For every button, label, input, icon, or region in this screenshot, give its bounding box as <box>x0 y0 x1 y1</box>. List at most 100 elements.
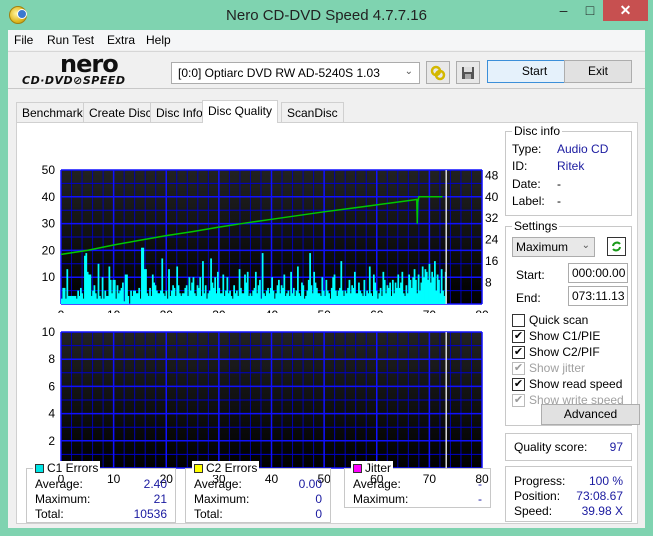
position-value: 73:08.67 <box>576 489 623 503</box>
y-tick-label: 30 <box>42 217 56 231</box>
progress-group: Progress: 100 % Position: 73:08.67 Speed… <box>505 466 632 522</box>
maximize-button[interactable]: □ <box>577 0 603 21</box>
checkmark-icon: ✔ <box>512 377 525 391</box>
id-label: ID: <box>512 159 528 173</box>
c1-total-value: 10536 <box>133 507 167 521</box>
c2-average-value: 0.00 <box>298 477 322 491</box>
c1-average-label: Average: <box>35 477 83 491</box>
chevron-down-icon: ⌄ <box>404 66 413 77</box>
menu-run-test[interactable]: Run Test <box>47 33 94 47</box>
speed-select-value: Maximum <box>516 240 569 254</box>
label-value: - <box>557 194 561 208</box>
position-label: Position: <box>514 489 561 503</box>
y2-tick-label: 8 <box>485 276 492 290</box>
checkbox-show-jitter: ✔ Show jitter <box>512 361 585 375</box>
c2-average-label: Average: <box>194 477 242 491</box>
y-tick-label: 10 <box>42 325 56 339</box>
y-tick-label: 6 <box>48 379 55 393</box>
disc-info-group: Disc info Type: Audio CD ID: Ritek Date:… <box>505 124 632 216</box>
logo-subtext: CD·DVD⊘SPEED <box>22 74 126 87</box>
c2-errors-group: C2 Errors Average: 0.00 Maximum: 0 Total… <box>185 461 331 523</box>
tab-disc-quality[interactable]: Disc Quality <box>202 100 279 123</box>
jitter-maximum-label: Maximum: <box>353 492 409 506</box>
c1-color-swatch <box>35 464 44 473</box>
y-tick-label: 50 <box>42 163 56 177</box>
chevron-down-icon: ⌄ <box>581 240 590 251</box>
jitter-average-value: - <box>478 477 482 491</box>
end-label: End: <box>516 291 541 305</box>
minimize-button[interactable]: – <box>550 0 577 21</box>
quality-score-label: Quality score: <box>514 440 588 454</box>
drive-select[interactable]: [0:0] Optiarc DVD RW AD-5240S 1.03 ⌄ <box>171 62 420 84</box>
c2-color-swatch <box>194 464 203 473</box>
tab-scandisc[interactable]: ScanDisc <box>281 102 344 122</box>
checkbox-show-read-speed[interactable]: ✔ Show read speed <box>512 377 622 391</box>
end-input[interactable]: 073:11.13 <box>568 286 628 306</box>
c2-errors-title: C2 Errors <box>192 461 260 475</box>
checkbox-label: Show jitter <box>529 361 586 375</box>
y-tick-label: 10 <box>42 270 56 284</box>
exit-button[interactable]: Exit <box>564 60 632 83</box>
id-value: Ritek <box>557 159 585 173</box>
progress-value: 100 % <box>588 474 623 488</box>
speed-value: 39.98 X <box>581 504 623 518</box>
y-tick-label: 2 <box>48 434 55 448</box>
c1-average-value: 2.40 <box>143 477 167 491</box>
date-label: Date: <box>512 177 541 191</box>
checkbox-label: Quick scan <box>529 313 589 327</box>
c1-maximum-value: 21 <box>153 492 167 506</box>
jitter-color-swatch <box>353 464 362 473</box>
tab-create-disc[interactable]: Create Disc <box>83 102 158 122</box>
type-label: Type: <box>512 142 542 156</box>
advanced-button[interactable]: Advanced <box>541 404 640 425</box>
jitter-group: Jitter Average: - Maximum: - <box>344 461 491 508</box>
checkbox-show-c1-pie[interactable]: ✔ Show C1/PIE <box>512 329 600 343</box>
checkbox-label: Show C2/PIF <box>529 345 600 359</box>
divider <box>8 88 645 89</box>
jitter-maximum-value: - <box>478 492 482 506</box>
progress-label: Progress: <box>514 474 566 488</box>
c2-maximum-label: Maximum: <box>194 492 250 506</box>
menu-file[interactable]: File <box>14 33 33 47</box>
refresh-speed-button[interactable] <box>607 237 626 256</box>
c1-errors-group: C1 Errors Average: 2.40 Maximum: 21 Tota… <box>26 461 176 523</box>
label-label: Label: <box>512 194 545 208</box>
y2-tick-label: 32 <box>485 211 499 225</box>
menu-help[interactable]: Help <box>146 33 171 47</box>
speed-label: Speed: <box>514 504 553 518</box>
refresh-icon <box>612 241 621 252</box>
checkmark-icon: ✔ <box>512 329 525 343</box>
c2-maximum-value: 0 <box>315 492 322 506</box>
title-bar: Nero CD-DVD Speed 4.7.7.16 – □ ✕ <box>0 0 653 30</box>
floppy-disk-icon <box>462 66 474 79</box>
nero-logo: nero CD·DVD⊘SPEED <box>16 50 136 88</box>
tab-disc-info[interactable]: Disc Info <box>150 102 209 122</box>
c1-errors-title: C1 Errors <box>33 461 101 475</box>
menu-extra[interactable]: Extra <box>107 33 135 47</box>
checkbox-show-c2-pif[interactable]: ✔ Show C2/PIF <box>512 345 600 359</box>
c2-title-text: C2 Errors <box>206 461 258 475</box>
checkmark-icon: ✔ <box>512 361 525 375</box>
chain-link-icon <box>430 65 446 80</box>
c2-total-label: Total: <box>194 507 223 521</box>
tab-benchmark[interactable]: Benchmark <box>16 102 89 122</box>
checkbox-quick-scan[interactable]: Quick scan <box>512 313 588 327</box>
drive-refresh-button[interactable] <box>426 61 450 84</box>
save-button[interactable] <box>456 61 480 84</box>
c1-total-label: Total: <box>35 507 64 521</box>
checkmark-icon: ✔ <box>512 393 525 407</box>
main-window: File Run Test Extra Help nero CD·DVD⊘SPE… <box>8 30 645 528</box>
disc-info-title: Disc info <box>512 124 563 138</box>
y-tick-label: 8 <box>48 352 55 366</box>
disc-quality-panel: 01020304050607080504030201048403224168 0… <box>16 122 640 524</box>
menu-bar: File Run Test Extra Help <box>8 30 645 50</box>
jitter-title: Jitter <box>351 461 394 475</box>
drive-select-value: [0:0] Optiarc DVD RW AD-5240S 1.03 <box>178 66 380 80</box>
checkmark-icon: ✔ <box>512 345 525 359</box>
speed-select[interactable]: Maximum ⌄ <box>512 237 595 257</box>
close-button[interactable]: ✕ <box>603 0 648 21</box>
checkbox-box <box>512 313 525 327</box>
y2-tick-label: 48 <box>485 168 499 182</box>
start-input[interactable]: 000:00.00 <box>568 263 628 283</box>
y2-tick-label: 40 <box>485 190 499 204</box>
